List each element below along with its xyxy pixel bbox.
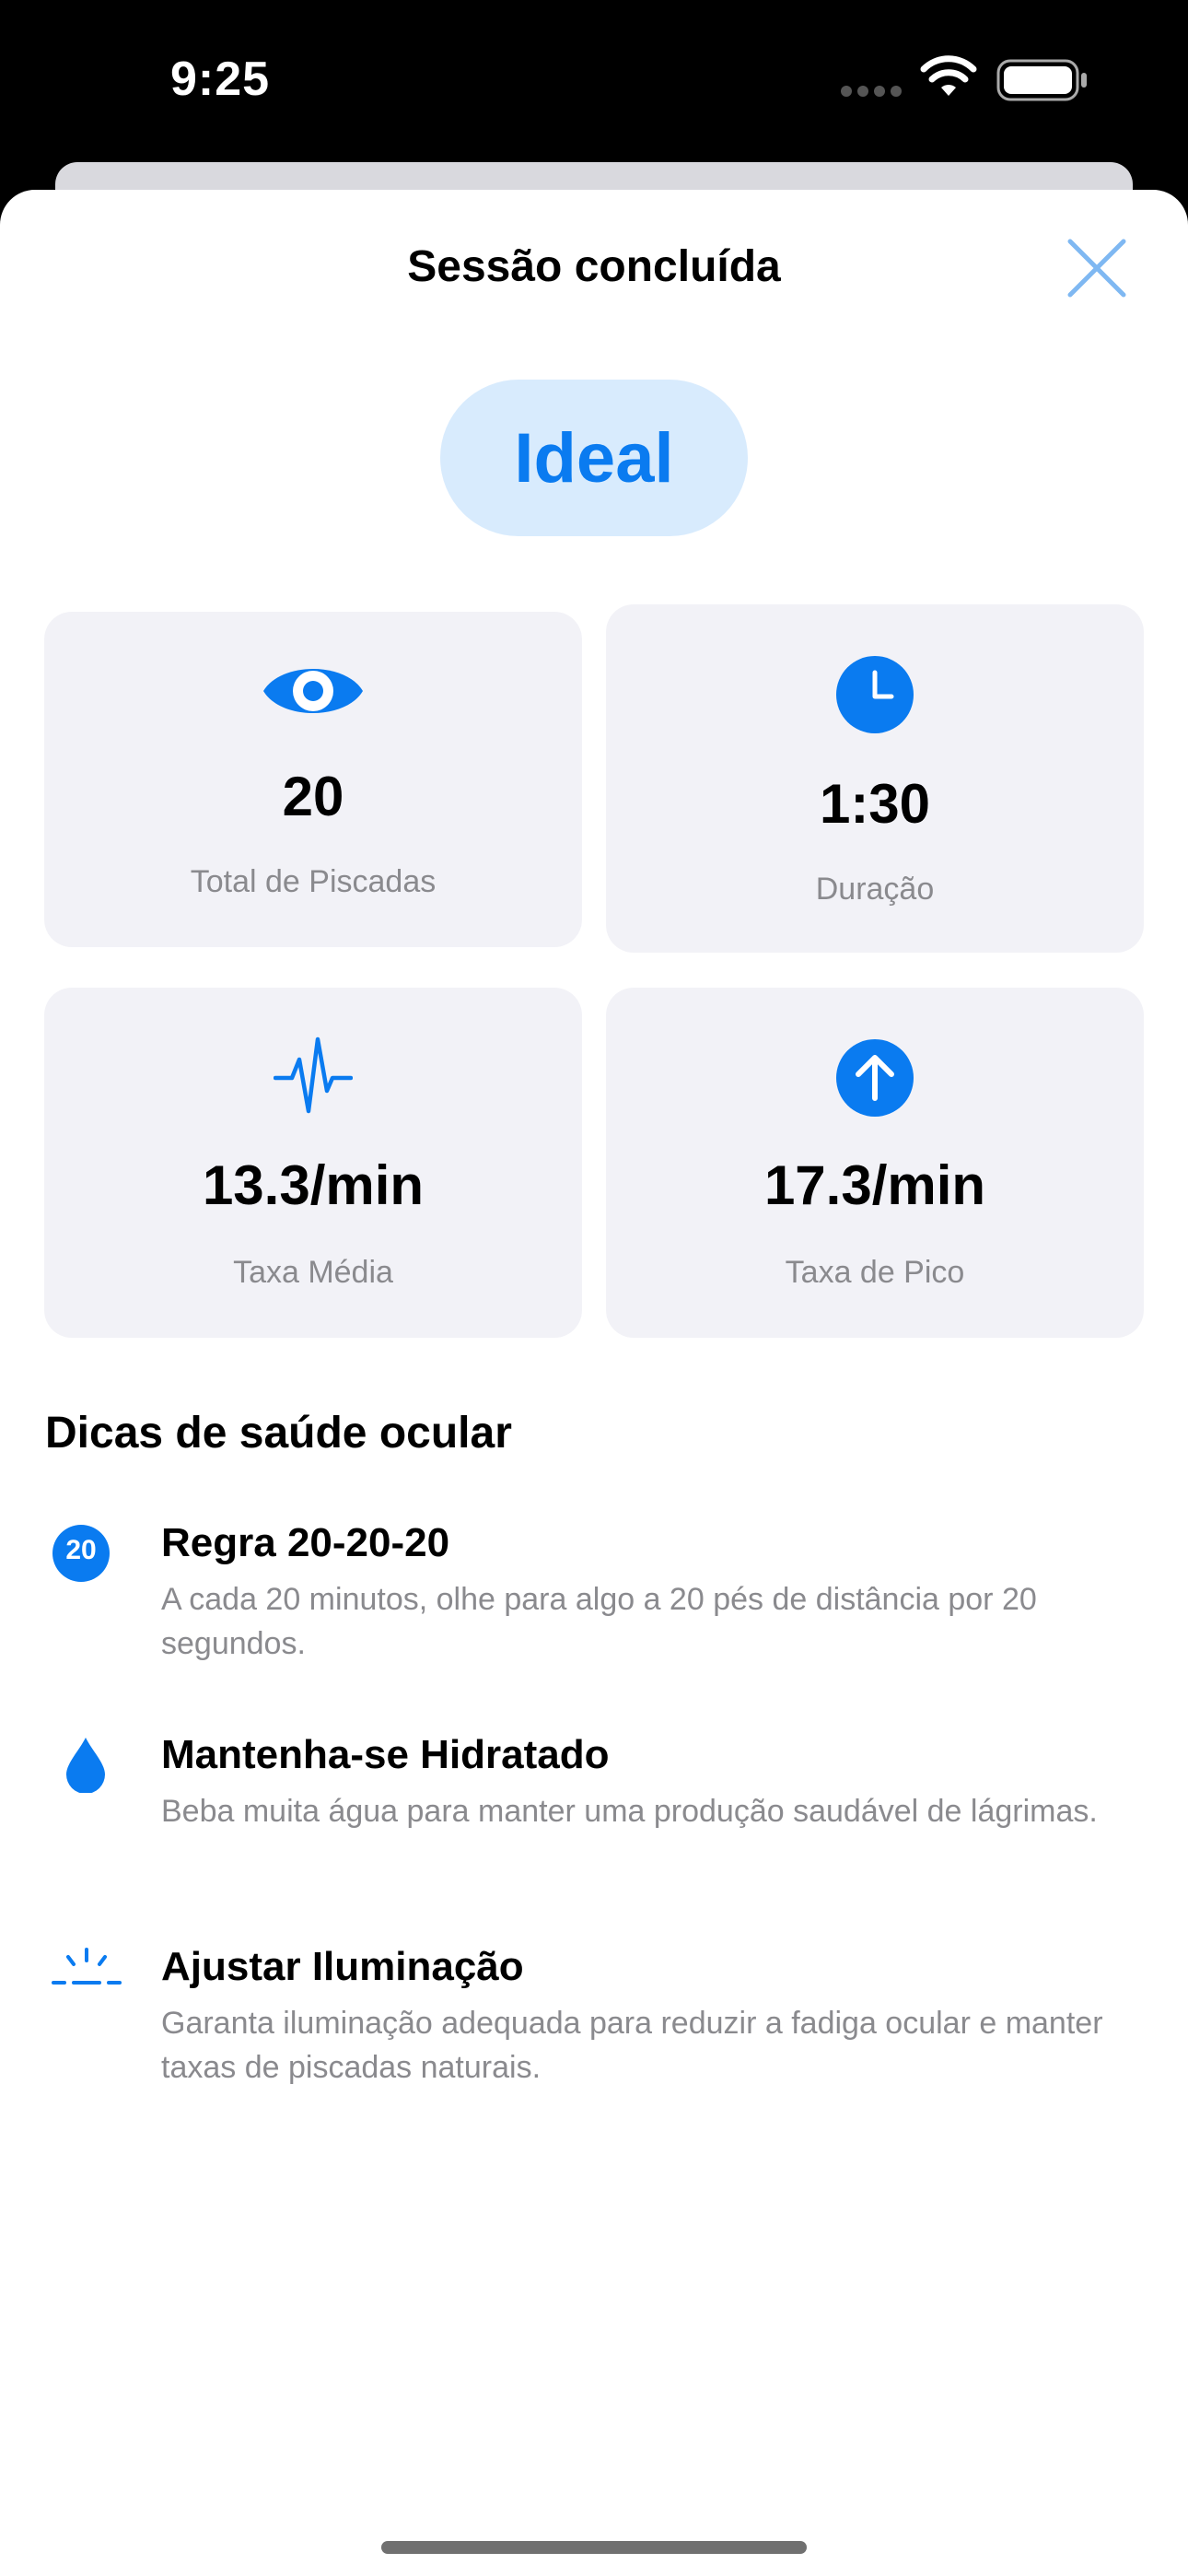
arrow-up-circle-icon <box>836 1039 914 1117</box>
clock-icon <box>836 656 914 733</box>
session-summary-sheet <box>0 190 1188 2576</box>
status-badge-label: Ideal <box>514 418 674 498</box>
tip-title: Ajustar Iluminação <box>161 1944 524 1989</box>
stat-label: Taxa Média <box>233 1255 393 1290</box>
tip-badge-text: 20 <box>65 1535 97 1565</box>
stat-label: Duração <box>815 872 935 907</box>
stat-value: 17.3/min <box>763 1154 986 1216</box>
stat-value: 1:30 <box>819 773 931 835</box>
tips-heading: Dicas de saúde ocular <box>45 1409 512 1458</box>
wifi-icon <box>920 55 977 96</box>
close-icon[interactable] <box>1065 236 1129 300</box>
stat-value: 13.3/min <box>202 1154 425 1216</box>
tip-title: Regra 20-20-20 <box>161 1520 450 1565</box>
stat-label: Total de Piscadas <box>190 864 437 899</box>
sun-horizon-icon <box>52 1948 122 1985</box>
tip-description: A cada 20 minutos, olhe para algo a 20 p… <box>161 1582 1037 1661</box>
sheet-title: Sessão concluída <box>407 242 781 291</box>
waveform-icon <box>274 1036 353 1114</box>
status-bar: 9:25 <box>0 0 1188 157</box>
stat-label: Taxa de Pico <box>785 1255 965 1290</box>
tip-description: Garanta iluminação adequada para reduzir… <box>161 2006 1103 2085</box>
battery-icon <box>996 59 1087 101</box>
tip-title: Mantenha-se Hidratado <box>161 1732 610 1777</box>
stat-card-average-rate: 13.3/min Taxa Média <box>44 988 582 1338</box>
stat-value: 20 <box>282 766 344 827</box>
status-badge: Ideal <box>440 380 748 536</box>
home-indicator[interactable] <box>381 2541 807 2554</box>
stat-card-duration: 1:30 Duração <box>606 604 1144 953</box>
stat-card-total-blinks: 20 Total de Piscadas <box>44 612 582 947</box>
stat-card-peak-rate: 17.3/min Taxa de Pico <box>606 988 1144 1338</box>
status-time: 9:25 <box>170 53 271 106</box>
drop-icon <box>66 1738 105 1793</box>
eye-icon <box>263 669 363 713</box>
tip-description: Beba muita água para manter uma produção… <box>161 1794 1098 1829</box>
signal-dots-icon <box>841 86 902 97</box>
